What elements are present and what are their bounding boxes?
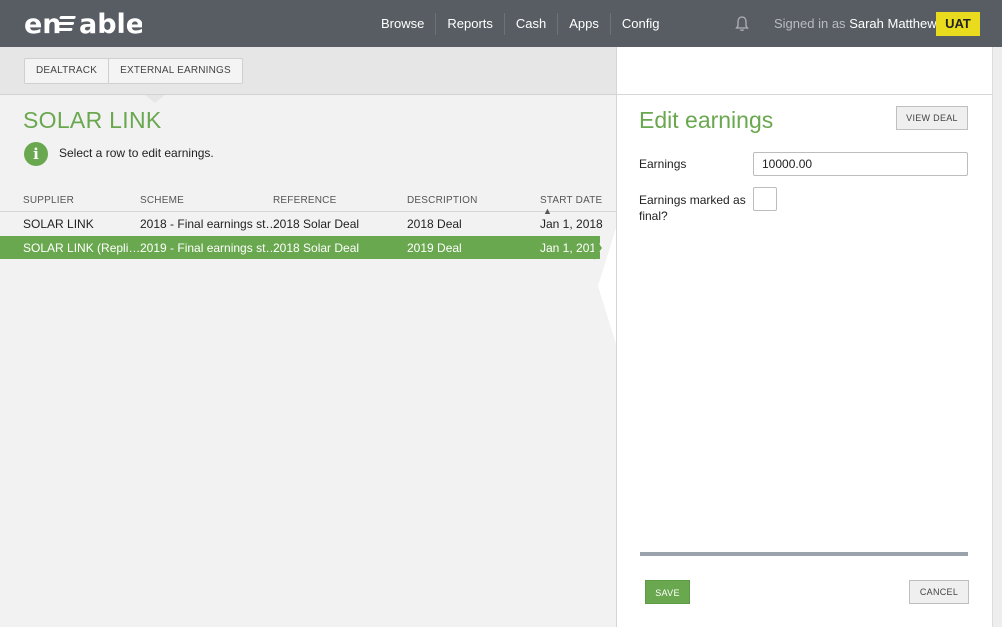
selected-row-arrow <box>594 236 602 260</box>
cell-scheme: 2019 - Final earnings st… <box>140 241 278 255</box>
top-navigation-bar: en able Browse Reports Cash Apps Config … <box>0 0 1002 47</box>
view-deal-button[interactable]: VIEW DEAL <box>896 106 968 130</box>
cell-supplier: SOLAR LINK <box>23 217 94 231</box>
nav-apps[interactable]: Apps <box>558 12 611 35</box>
column-description[interactable]: DESCRIPTION <box>407 195 478 206</box>
nav-browse[interactable]: Browse <box>370 12 437 35</box>
cancel-button[interactable]: CANCEL <box>909 580 969 604</box>
earnings-input[interactable] <box>753 152 968 176</box>
breadcrumb-pointer <box>145 95 165 103</box>
edit-earnings-panel <box>616 47 992 627</box>
info-icon: i <box>24 142 48 166</box>
cell-start-date: Jan 1, 2018 <box>540 217 603 231</box>
cell-scheme: 2018 - Final earnings st… <box>140 217 278 231</box>
page-title: SOLAR LINK <box>23 107 162 133</box>
nav-reports[interactable]: Reports <box>436 12 505 35</box>
table-header: SUPPLIER SCHEME REFERENCE DESCRIPTION ST… <box>0 190 616 216</box>
breadcrumb-external-earnings[interactable]: EXTERNAL EARNINGS <box>108 59 242 83</box>
cell-supplier: SOLAR LINK (Repli… <box>23 241 141 255</box>
scrollbar[interactable] <box>992 47 1002 627</box>
breadcrumb-dealtrack[interactable]: DEALTRACK <box>25 59 108 83</box>
svg-text:able: able <box>79 9 142 38</box>
cell-reference: 2018 Solar Deal <box>273 217 360 231</box>
signed-in-status: Signed in as Sarah Matthews <box>774 16 943 31</box>
final-label: Earnings marked as final? <box>639 193 746 223</box>
cell-description: 2018 Deal <box>407 217 462 231</box>
user-name[interactable]: Sarah Matthews <box>849 16 943 31</box>
table-row[interactable]: SOLAR LINK 2018 - Final earnings st… 201… <box>0 212 603 235</box>
save-button[interactable]: SAVE <box>645 580 690 604</box>
enable-logo[interactable]: en able <box>24 8 142 38</box>
info-message: Select a row to edit earnings. <box>59 146 214 160</box>
column-start-date-label: START DATE <box>540 195 603 206</box>
main-nav: Browse Reports Cash Apps Config <box>370 0 670 47</box>
breadcrumb: DEALTRACK EXTERNAL EARNINGS <box>24 58 243 84</box>
column-reference[interactable]: REFERENCE <box>273 195 336 206</box>
signed-in-prefix: Signed in as <box>774 16 846 31</box>
table-row-selected[interactable]: SOLAR LINK (Repli… 2019 - Final earnings… <box>0 236 603 259</box>
final-checkbox[interactable] <box>753 187 777 211</box>
nav-config[interactable]: Config <box>611 13 671 35</box>
earnings-label: Earnings <box>639 157 687 171</box>
panel-title: Edit earnings <box>639 107 774 133</box>
logo-mark: en able <box>24 9 142 38</box>
cell-description: 2019 Deal <box>407 241 462 255</box>
breadcrumb-bar: DEALTRACK EXTERNAL EARNINGS <box>0 47 616 95</box>
bell-icon[interactable] <box>735 16 749 32</box>
panel-divider <box>616 94 992 95</box>
nav-cash[interactable]: Cash <box>505 12 559 35</box>
column-scheme[interactable]: SCHEME <box>140 195 184 206</box>
svg-text:en: en <box>24 9 62 38</box>
panel-footer-divider <box>640 552 968 556</box>
environment-badge[interactable]: UAT <box>936 12 980 36</box>
column-supplier[interactable]: SUPPLIER <box>23 195 74 206</box>
cell-reference: 2018 Solar Deal <box>273 241 360 255</box>
